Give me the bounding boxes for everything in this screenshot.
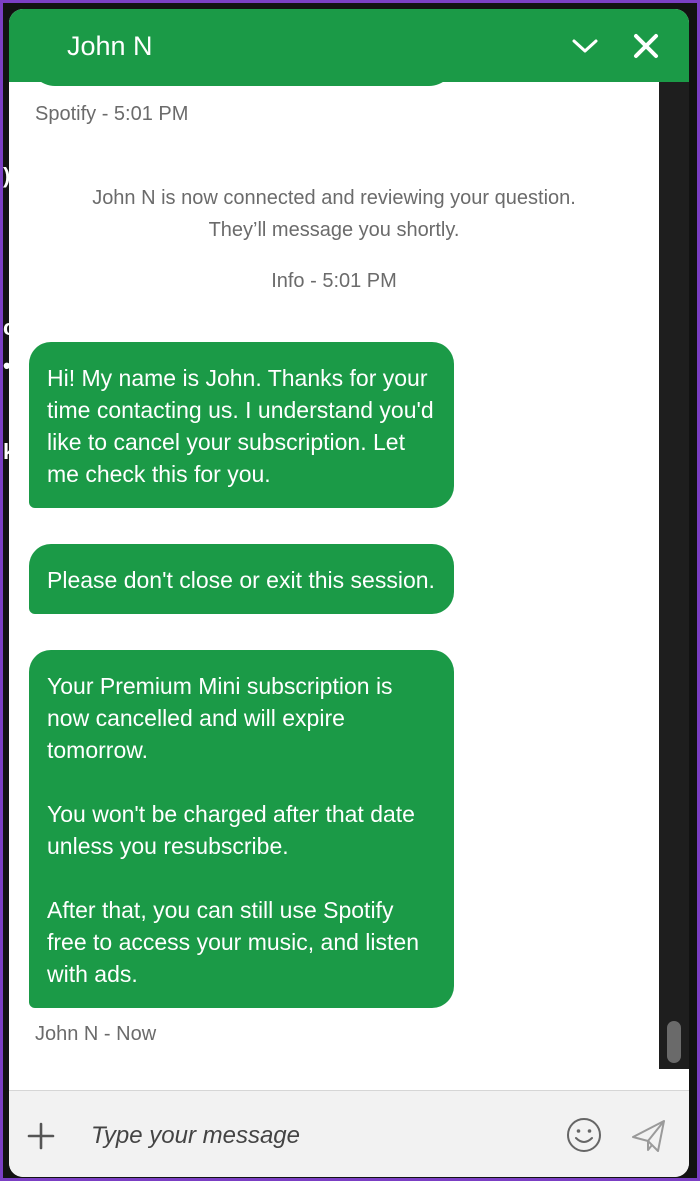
- close-icon[interactable]: [630, 30, 662, 62]
- agent-name: John N: [67, 31, 153, 61]
- message-list[interactable]: Spotify - 5:01 PM John N is now connecte…: [9, 82, 659, 1090]
- scrollbar-thumb[interactable]: [667, 1021, 681, 1063]
- message-input[interactable]: [89, 1113, 533, 1159]
- message-composer: [9, 1090, 689, 1177]
- paper-plane-icon[interactable]: [629, 1117, 669, 1155]
- agent-message-bubble: Your Premium Mini subscription is now ca…: [29, 650, 454, 1008]
- chevron-down-icon[interactable]: [569, 30, 601, 62]
- message-meta: John N - Now: [35, 1023, 157, 1045]
- system-message: John N is now connected and reviewing yo…: [92, 187, 576, 241]
- chat-window: John N Spotify - 5:01 PM John N is now c…: [9, 9, 689, 1177]
- agent-message-bubble: Please don't close or exit this session.: [29, 544, 454, 614]
- message-meta: Spotify - 5:01 PM: [35, 103, 189, 125]
- smiley-icon[interactable]: [565, 1116, 603, 1154]
- previous-message-bubble: [29, 82, 455, 86]
- scrollbar[interactable]: [659, 82, 689, 1069]
- agent-message-bubble: Hi! My name is John. Thanks for your tim…: [29, 342, 454, 508]
- chat-header: John N: [9, 9, 689, 82]
- system-message-meta: Info - 5:01 PM: [271, 270, 397, 292]
- plus-icon[interactable]: [26, 1121, 56, 1151]
